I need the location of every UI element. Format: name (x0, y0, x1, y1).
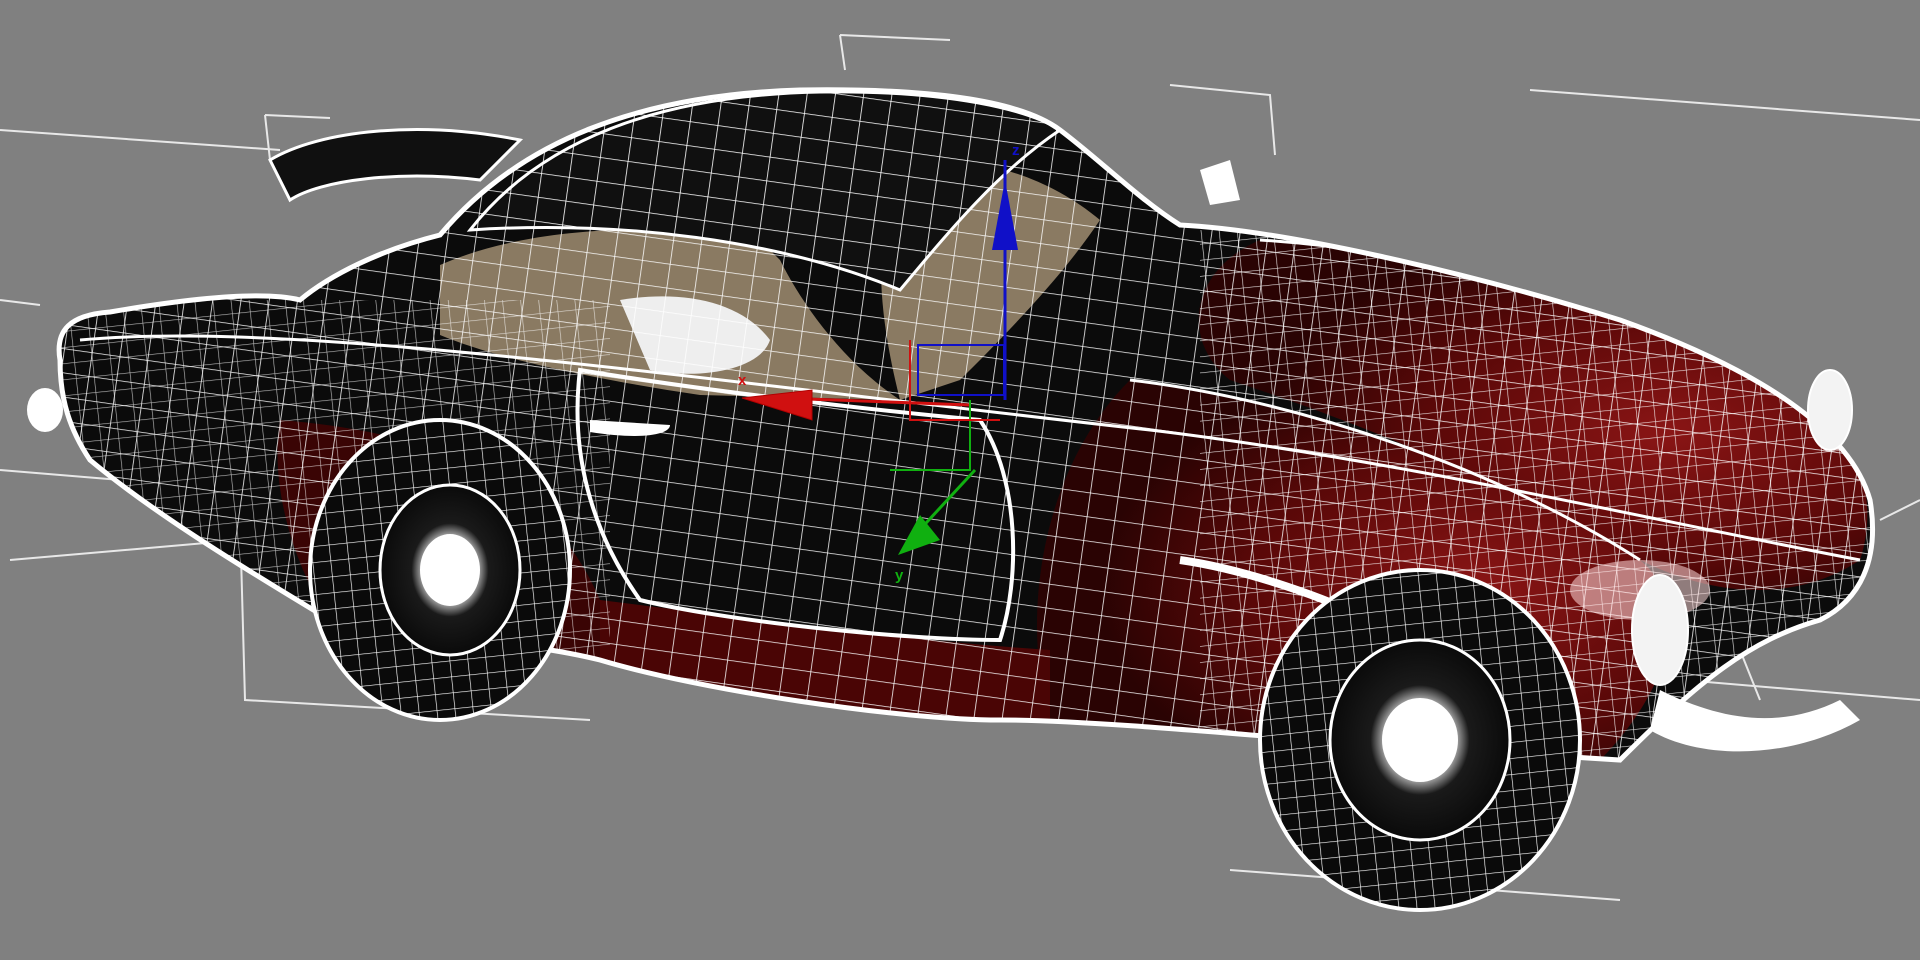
car-model[interactable] (0, 0, 1920, 960)
rear-wheel[interactable] (308, 418, 572, 722)
gizmo-y-label: y (895, 567, 904, 584)
gizmo-z-label: z (1012, 142, 1020, 159)
gizmo-x-label: x (738, 372, 747, 389)
3d-viewport[interactable]: x y z (0, 0, 1920, 960)
viewport-canvas[interactable]: x y z (0, 0, 1920, 960)
front-wheel[interactable] (1258, 568, 1582, 912)
